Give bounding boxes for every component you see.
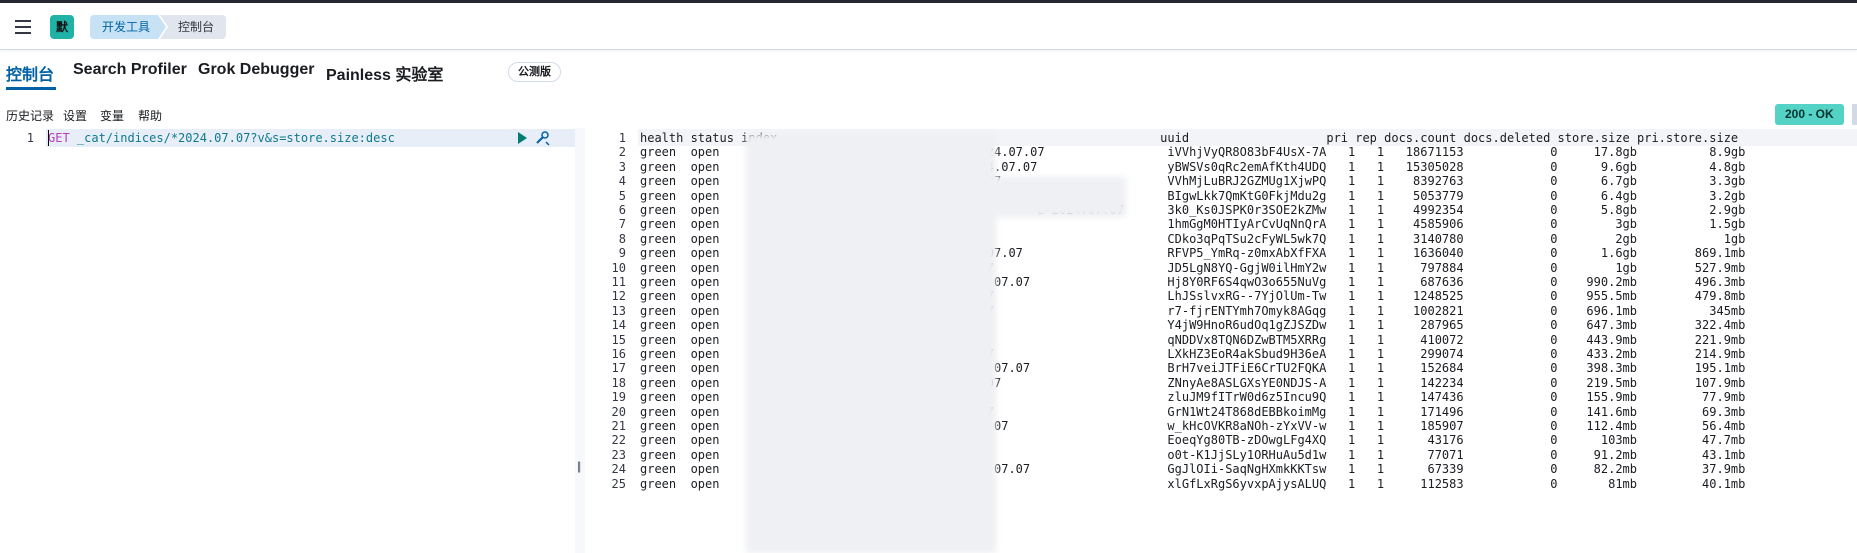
response-line-number: 17 (611, 361, 626, 376)
tab-console[interactable]: 控制台 (6, 61, 54, 85)
status-badge-edge (1852, 104, 1857, 125)
breadcrumb-dev-tools[interactable]: 开发工具 (90, 15, 166, 39)
response-line-number: 24 (611, 462, 626, 477)
request-editor[interactable]: 1 GET _cat/indices/*2024.07.07?v&s=store… (0, 128, 575, 553)
response-line-number: 6 (618, 203, 626, 217)
space-avatar[interactable]: 默 (50, 15, 74, 39)
devtools-tabs: 控制台 Search Profiler Grok Debugger Painle… (0, 51, 1857, 91)
response-line-number: 14 (611, 318, 626, 333)
response-line-number: 4 (618, 174, 626, 189)
tab-painless-lab[interactable]: Painless 实验室 (326, 61, 443, 85)
response-line-number: 1 (618, 131, 626, 145)
request-gutter (0, 128, 46, 553)
request-code-line[interactable]: GET _cat/indices/*2024.07.07?v&s=store.s… (48, 131, 395, 145)
breadcrumb-console: 控制台 (160, 15, 227, 39)
response-line-number: 2 (618, 145, 626, 160)
request-line-number: 1 (26, 131, 34, 145)
tab-search-profiler[interactable]: Search Profiler (73, 61, 187, 79)
response-line-number: 25 (611, 476, 626, 491)
response-line-number: 10 (611, 260, 626, 275)
response-line-number: 13 (611, 303, 626, 318)
console-toolbar: 历史记录 设置 变量 帮助 (0, 103, 1857, 127)
response-line-number: 18 (611, 375, 626, 390)
tab-active-indicator (6, 87, 56, 90)
response-line-number: 19 (611, 390, 626, 405)
tab-grok-debugger[interactable]: Grok Debugger (198, 61, 314, 79)
redaction-blur (986, 177, 1126, 217)
panel-resizer[interactable] (575, 128, 585, 553)
request-path: _cat/indices/*2024.07.07?v&s=store.size:… (69, 131, 395, 145)
response-line-number: 7 (618, 217, 626, 232)
menu-icon[interactable] (12, 16, 34, 38)
response-line-number: 11 (611, 275, 626, 289)
resizer-grip-icon[interactable]: || (577, 459, 581, 473)
response-line-number: 23 (611, 447, 626, 462)
status-badge: 200 - OK (1775, 104, 1844, 125)
response-line-number: 15 (611, 332, 626, 347)
help-link[interactable]: 帮助 (138, 107, 162, 124)
response-line-number: 8 (618, 231, 626, 246)
breadcrumb: 开发工具 控制台 (90, 15, 227, 39)
beta-badge: 公测版 (508, 62, 561, 82)
text-cursor (48, 130, 49, 146)
settings-link[interactable]: 设置 (63, 107, 87, 124)
response-line-number: 3 (618, 159, 626, 174)
request-method: GET (48, 131, 70, 145)
response-line-number: 9 (618, 246, 626, 261)
response-line-number: 20 (611, 404, 626, 419)
wrench-icon[interactable] (534, 130, 550, 146)
response-line-number: 22 (611, 433, 626, 448)
play-icon[interactable] (518, 132, 527, 144)
variables-link[interactable]: 变量 (100, 107, 124, 124)
response-line-number: 16 (611, 347, 626, 361)
redaction-blur (746, 134, 996, 553)
response-viewer[interactable]: 1 health status index uuid pri rep docs.c… (586, 128, 1857, 553)
history-link[interactable]: 历史记录 (6, 107, 54, 124)
response-line-number: 12 (611, 289, 626, 304)
response-line-number: 21 (611, 419, 626, 433)
response-line-number: 5 (618, 188, 626, 203)
header-bar: 默 开发工具 控制台 (0, 3, 1857, 50)
